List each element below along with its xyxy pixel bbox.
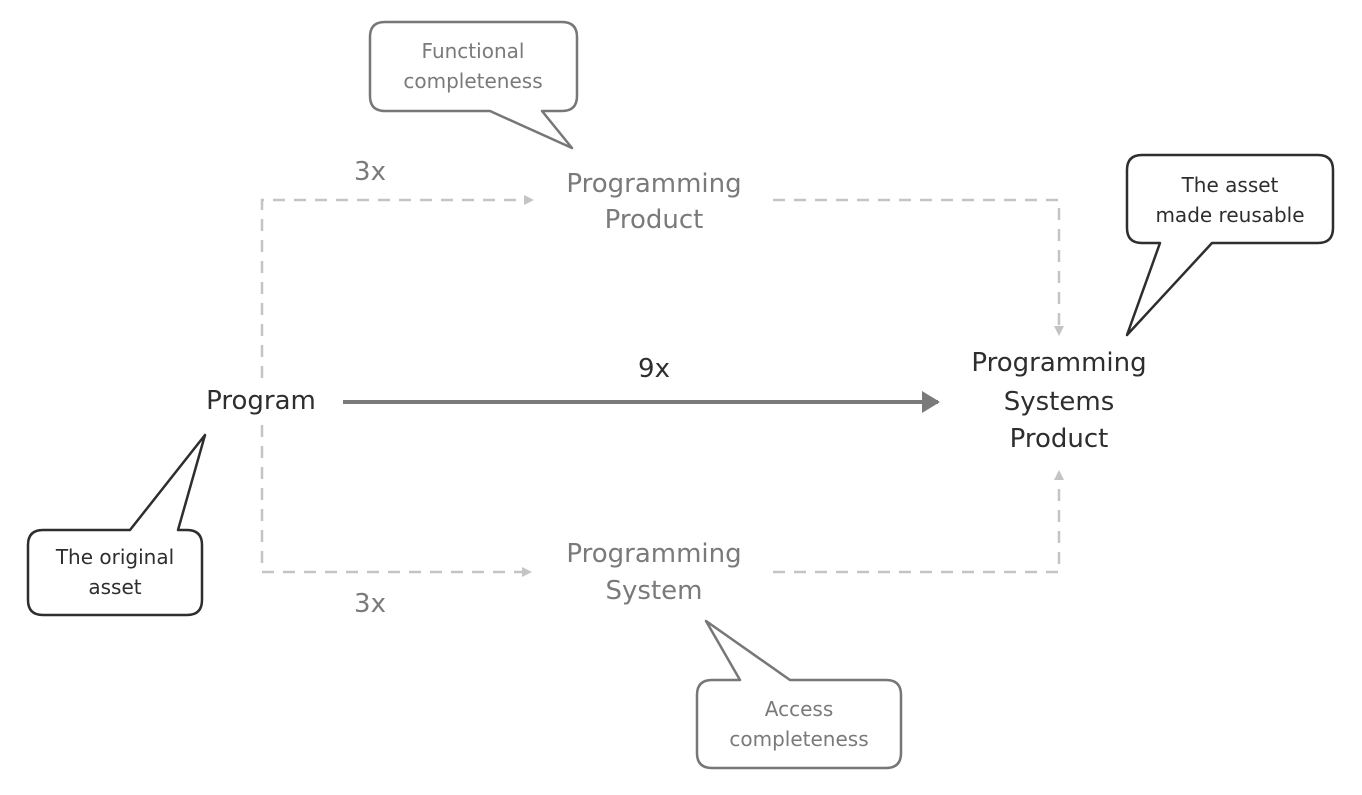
node-label-line: Programming xyxy=(566,169,741,199)
diagram-canvas: 3x 3x 9x Program Programming Product Pro… xyxy=(26,20,1335,770)
callout-asset-made-reusable: The asset made reusable xyxy=(1125,153,1335,337)
edge-label-system: 3x xyxy=(354,589,386,619)
callout-text: Access xyxy=(765,697,833,721)
callout-text: made reusable xyxy=(1155,203,1304,227)
edge-label-main: 9x xyxy=(638,354,670,384)
node-label-line: System xyxy=(606,576,703,606)
node-program: Program xyxy=(206,386,316,416)
edge-product-to-systems-product xyxy=(773,198,1064,336)
callout-access-completeness: Access completeness xyxy=(695,619,903,770)
callout-text: completeness xyxy=(403,69,542,93)
node-label-line: Product xyxy=(605,205,704,235)
node-programming-system: Programming System xyxy=(566,539,741,606)
callout-functional-completeness: Functional completeness xyxy=(368,20,579,150)
node-label-line: Product xyxy=(1010,424,1109,454)
edge-program-to-system xyxy=(260,425,532,577)
node-programming-product: Programming Product xyxy=(566,169,741,235)
edge-system-to-systems-product xyxy=(773,470,1064,574)
callout-text: completeness xyxy=(729,727,868,751)
callout-text: The asset xyxy=(1181,173,1279,197)
node-label-line: Systems xyxy=(1004,387,1115,417)
node-label-line: Programming xyxy=(971,348,1146,378)
callout-text: asset xyxy=(88,575,141,599)
callout-text: Functional xyxy=(422,39,525,63)
callout-original-asset: The original asset xyxy=(26,433,207,617)
edge-program-to-product xyxy=(260,195,534,378)
callout-text: The original xyxy=(55,545,174,569)
node-programming-systems-product: Programming Systems Product xyxy=(971,348,1146,454)
node-label-line: Programming xyxy=(566,539,741,569)
edge-label-product: 3x xyxy=(354,157,386,187)
